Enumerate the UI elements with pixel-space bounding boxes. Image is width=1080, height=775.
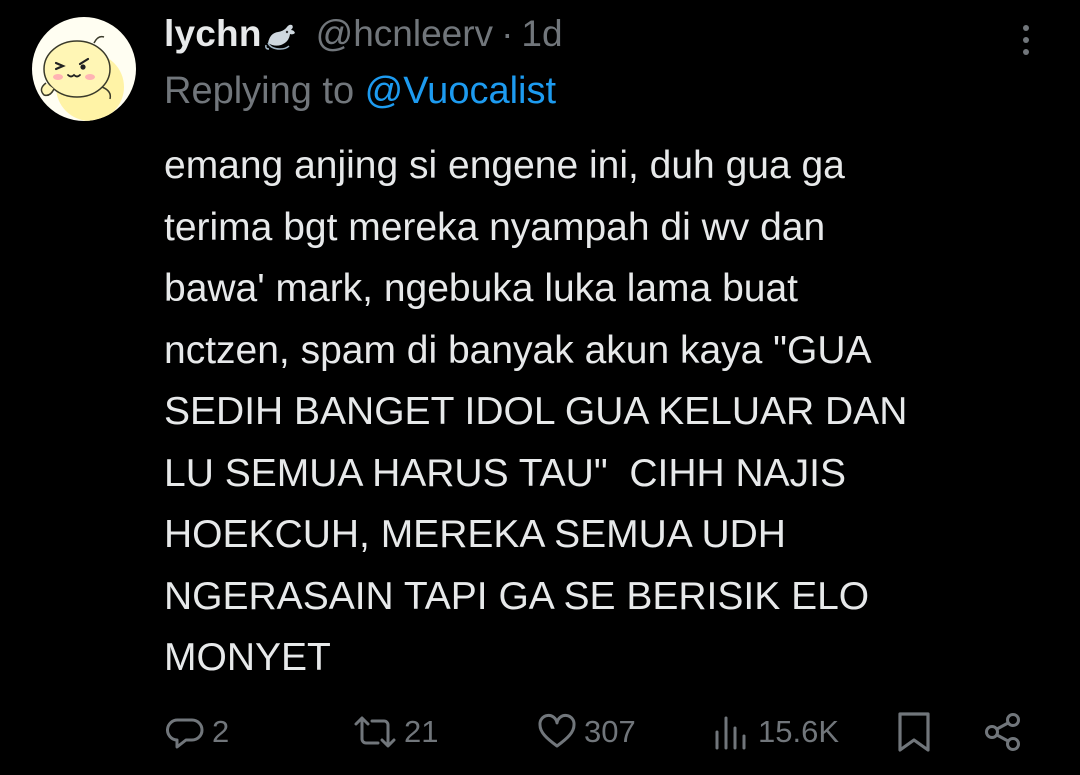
replying-to-prefix: Replying to [164, 70, 365, 112]
repost-count: 21 [404, 714, 439, 749]
tweet-text-line: emang anjing si engene ini, duh gua ga [164, 144, 845, 187]
tweet-text-line: LU SEMUA HARUS TAU" CIHH NAJIS [164, 451, 847, 495]
tweet-actions: 2 21 307 15.6K [0, 700, 1080, 764]
repost-icon [354, 716, 396, 748]
like-count: 307 [584, 714, 636, 749]
reply-mention-link[interactable]: @Vuocalist [365, 70, 556, 112]
views-button[interactable]: 15.6K [712, 700, 839, 764]
timestamp[interactable]: 1d [521, 13, 562, 55]
display-name[interactable]: lychn [164, 13, 262, 55]
replying-to: Replying to @Vuocalist [164, 70, 556, 113]
tweet-header: lychn @hcnleerv · 1d [164, 8, 563, 60]
tweet-text-line: bawa' mark, ngebuka luka lama buat [164, 267, 798, 310]
seal-icon [264, 19, 298, 53]
reply-button[interactable]: 2 [166, 700, 229, 764]
repost-button[interactable]: 21 [352, 700, 438, 764]
reply-count: 2 [212, 714, 230, 749]
share-button[interactable] [982, 700, 1024, 764]
heart-icon [538, 714, 576, 748]
user-handle[interactable]: @hcnleerv [316, 13, 493, 55]
tweet[interactable]: lychn @hcnleerv · 1d Replying to @Vuocal… [0, 0, 1080, 775]
tweet-text-line: SEDIH BANGET IDOL GUA KELUAR DAN [164, 390, 908, 433]
tweet-text-line: NGERASAIN TAPI GA SE BERISIK ELO [164, 574, 870, 618]
share-icon [985, 713, 1020, 751]
separator-dot: · [501, 13, 514, 54]
yellow-chick-avatar-icon [40, 35, 124, 121]
tweet-text: emang anjing si engene ini, duh gua ga t… [164, 135, 1064, 689]
tweet-text-line: MONYET [164, 636, 331, 679]
more-vertical-icon[interactable] [1014, 20, 1038, 60]
views-icon [715, 716, 746, 750]
bookmark-icon [898, 712, 930, 752]
like-button[interactable]: 307 [536, 700, 636, 764]
bookmark-button[interactable] [894, 700, 934, 764]
tweet-text-line: HOEKCUH, MEREKA SEMUA UDH [164, 513, 786, 556]
tweet-text-line: nctzen, spam di banyak akun kaya "GUA [164, 328, 872, 372]
tweet-text-line: terima bgt mereka nyampah di wv dan [164, 205, 826, 249]
reply-icon [166, 718, 204, 749]
views-count: 15.6K [758, 714, 840, 749]
avatar[interactable] [32, 17, 136, 121]
